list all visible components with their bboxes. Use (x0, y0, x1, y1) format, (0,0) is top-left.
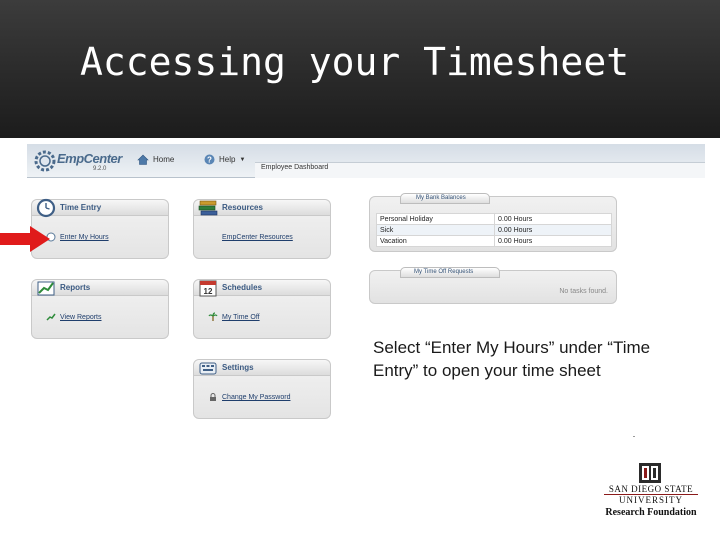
change-password-link[interactable]: Change My Password (222, 394, 290, 401)
bank-balances-panel: My Bank Balances Personal Holiday 0.00 H… (369, 193, 617, 252)
palm-tree-icon (208, 312, 218, 321)
chart-icon (37, 281, 55, 296)
balance-value: 0.00 Hours (494, 224, 612, 236)
time-off-requests-panel: My Time Off Requests No tasks found. (369, 267, 617, 304)
gear-logo-icon (34, 150, 56, 172)
resources-title: Resources (222, 203, 263, 212)
sdsu-emblem-icon (639, 463, 661, 483)
nav-help-menu[interactable]: ? Help ▼ (204, 154, 245, 165)
settings-title: Settings (222, 363, 254, 372)
no-tasks-text: No tasks found. (559, 288, 608, 295)
svg-text:?: ? (207, 155, 212, 164)
balance-name: Sick (376, 224, 495, 236)
svg-text:12: 12 (204, 287, 213, 296)
table-row: Personal Holiday 0.00 Hours (376, 213, 612, 225)
red-arrow-icon (0, 226, 50, 252)
sdsu-line-3: Research Foundation (605, 507, 697, 518)
lock-icon (210, 393, 216, 401)
nav-help-label: Help (219, 155, 236, 164)
balance-name: Vacation (376, 235, 495, 247)
app-topbar: EmpCenter 9.2.0 Home ? Help ▼ Employee D… (27, 144, 705, 178)
empcenter-logo[interactable]: EmpCenter 9.2.0 (33, 148, 123, 174)
instruction-text: Select “Enter My Hours” under “Time Entr… (373, 338, 651, 380)
logo-text: EmpCenter (57, 151, 122, 166)
report-link-icon (46, 313, 56, 321)
schedules-title: Schedules (222, 283, 263, 292)
sdsu-research-foundation-logo: SAN DIEGO STATE UNIVERSITY Research Foun… (596, 458, 706, 520)
balance-value: 0.00 Hours (494, 235, 612, 247)
time-off-requests-title: My Time Off Requests (414, 269, 474, 275)
nav-home-link[interactable]: Home (137, 154, 174, 165)
calendar-icon: 12 (199, 280, 217, 297)
table-row: Vacation 0.00 Hours (376, 235, 612, 247)
help-icon: ? (204, 154, 215, 165)
stray-mark (633, 436, 635, 437)
balances-table: Personal Holiday 0.00 Hours Sick 0.00 Ho… (376, 213, 612, 247)
clock-icon (36, 198, 56, 218)
my-time-off-link[interactable]: My Time Off (222, 314, 260, 321)
reports-title: Reports (60, 283, 91, 292)
table-row: Sick 0.00 Hours (376, 224, 612, 236)
widgets-area: Time Entry Enter My Hours Resources EmpC… (27, 179, 354, 464)
balance-name: Personal Holiday (376, 213, 495, 225)
dashboard-title: Employee Dashboard (261, 164, 329, 171)
sdsu-line-1: SAN DIEGO STATE (608, 484, 694, 494)
balance-value: 0.00 Hours (494, 213, 612, 225)
sdsu-line-2: UNIVERSITY (619, 495, 683, 505)
empcenter-screenshot: EmpCenter 9.2.0 Home ? Help ▼ Employee D… (27, 144, 705, 464)
schedules-widget: 12 Schedules My Time Off (193, 279, 331, 339)
view-reports-link[interactable]: View Reports (60, 314, 102, 321)
resources-widget: Resources EmpCenter Resources (193, 199, 331, 259)
empcenter-resources-link[interactable]: EmpCenter Resources (222, 234, 293, 241)
logo-version: 9.2.0 (93, 166, 107, 172)
home-icon (137, 154, 149, 165)
keyboard-icon (199, 362, 217, 375)
enter-my-hours-link[interactable]: Enter My Hours (60, 234, 109, 241)
reports-widget: Reports View Reports (31, 279, 169, 339)
settings-widget: Settings Change My Password (193, 359, 331, 419)
time-entry-title: Time Entry (60, 203, 102, 212)
chevron-down-icon: ▼ (239, 156, 246, 163)
nav-home-label: Home (153, 155, 175, 164)
slide-title: Accessing your Timesheet (80, 40, 630, 84)
bank-balances-title: My Bank Balances (416, 195, 466, 201)
books-icon (198, 200, 218, 216)
